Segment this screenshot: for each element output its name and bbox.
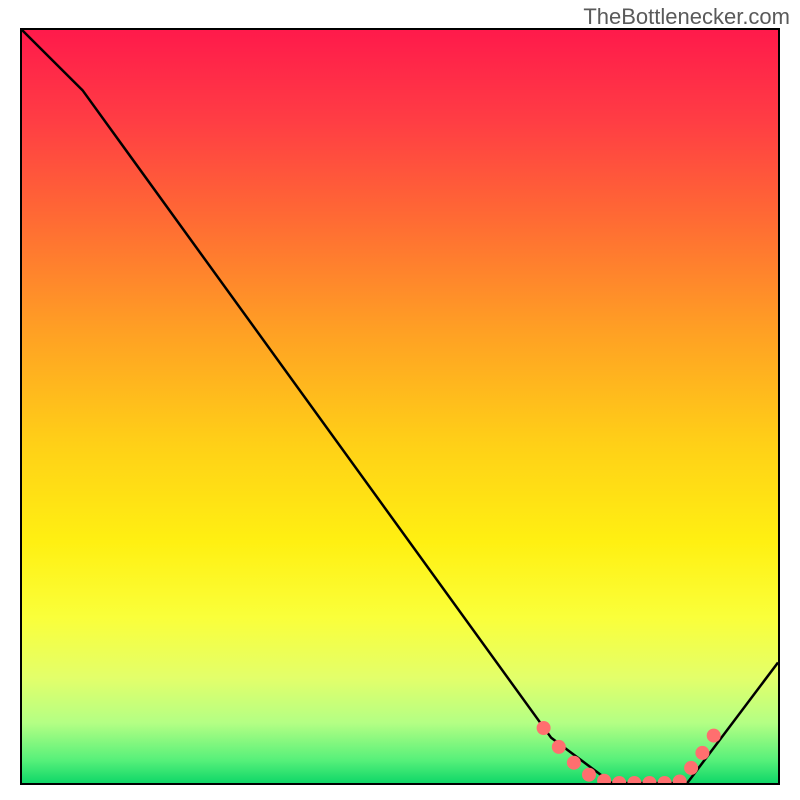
marker-dot xyxy=(684,761,698,775)
marker-dot xyxy=(582,768,596,782)
marker-dots xyxy=(537,721,721,783)
marker-dot xyxy=(658,776,672,783)
attribution-text: TheBottlenecker.com xyxy=(583,4,790,30)
marker-dot xyxy=(707,729,721,743)
marker-dot xyxy=(643,776,657,783)
marker-dot xyxy=(552,740,566,754)
plot-area xyxy=(20,28,780,785)
marker-dot xyxy=(612,776,626,783)
marker-dot xyxy=(695,746,709,760)
marker-dot xyxy=(673,775,687,784)
marker-dot xyxy=(627,776,641,783)
chart-frame: TheBottlenecker.com xyxy=(0,0,800,800)
curve-path xyxy=(22,30,778,783)
marker-dot xyxy=(567,756,581,770)
chart-svg xyxy=(22,30,778,783)
marker-dot xyxy=(537,721,551,735)
bottleneck-curve xyxy=(22,30,778,783)
